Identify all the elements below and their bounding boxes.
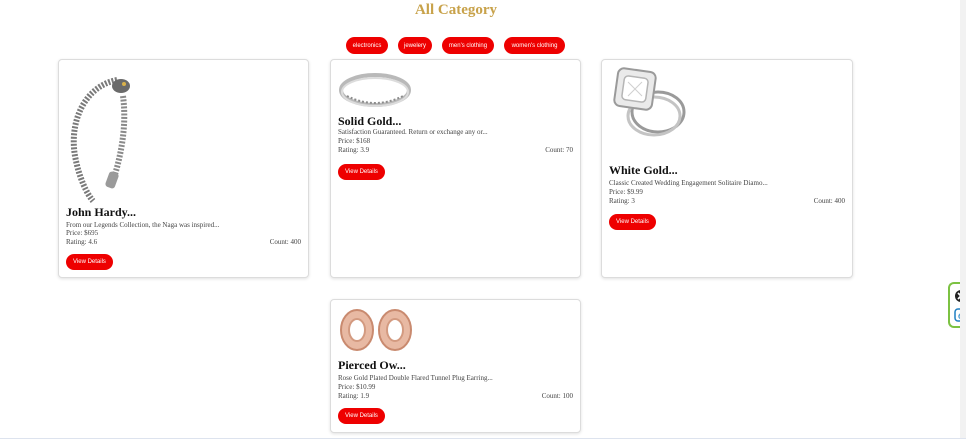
category-pill-mens-clothing[interactable]: men's clothing [442, 37, 494, 54]
view-details-button[interactable]: View Details [66, 254, 113, 270]
product-count: Count: 400 [269, 238, 301, 246]
product-title: John Hardy... [66, 205, 137, 219]
product-description: Classic Created Wedding Engagement Solit… [609, 179, 768, 187]
engagement-ring-image [613, 67, 686, 137]
scrollbar[interactable] [960, 0, 966, 439]
product-rating: Rating: 1.9 [338, 392, 370, 400]
tunnel-plug-image [340, 309, 412, 351]
category-pill-jewelery[interactable]: jewelery [398, 37, 432, 54]
product-rating: Rating: 4.6 [66, 238, 98, 246]
page-title: All Category [414, 2, 498, 18]
product-count: Count: 400 [813, 197, 845, 205]
product-card: Solid Gold... Satisfaction Guaranteed. R… [330, 59, 581, 278]
product-card: Pierced Ow... Rose Gold Plated Double Fl… [330, 299, 581, 433]
product-count: Count: 100 [541, 392, 573, 400]
category-pill-womens-clothing[interactable]: women's clothing [504, 37, 565, 54]
product-title: Pierced Ow... [338, 358, 406, 372]
product-title: White Gold... [609, 163, 678, 177]
product-price: Price: $168 [338, 137, 371, 145]
product-price: Price: $9.99 [609, 188, 643, 196]
product-rating: Rating: 3 [609, 197, 635, 205]
product-rating: Rating: 3.9 [338, 146, 370, 154]
bracelet-image [70, 77, 130, 203]
product-title: Solid Gold... [338, 114, 402, 128]
ring-image [339, 73, 411, 107]
category-pill-electronics[interactable]: electronics [346, 37, 388, 54]
product-description: From our Legends Collection, the Naga wa… [66, 221, 220, 229]
product-description: Rose Gold Plated Double Flared Tunnel Pl… [338, 374, 493, 382]
product-card: John Hardy... From our Legends Collectio… [58, 59, 309, 278]
view-details-button[interactable]: View Details [609, 214, 656, 230]
product-card: White Gold... Classic Created Wedding En… [601, 59, 853, 278]
product-description: Satisfaction Guaranteed. Return or excha… [338, 128, 488, 136]
product-price: Price: $695 [66, 229, 99, 237]
product-price: Price: $10.99 [338, 383, 376, 391]
view-details-button[interactable]: View Details [338, 408, 385, 424]
view-details-button[interactable]: View Details [338, 164, 385, 180]
product-count: Count: 70 [545, 146, 573, 154]
